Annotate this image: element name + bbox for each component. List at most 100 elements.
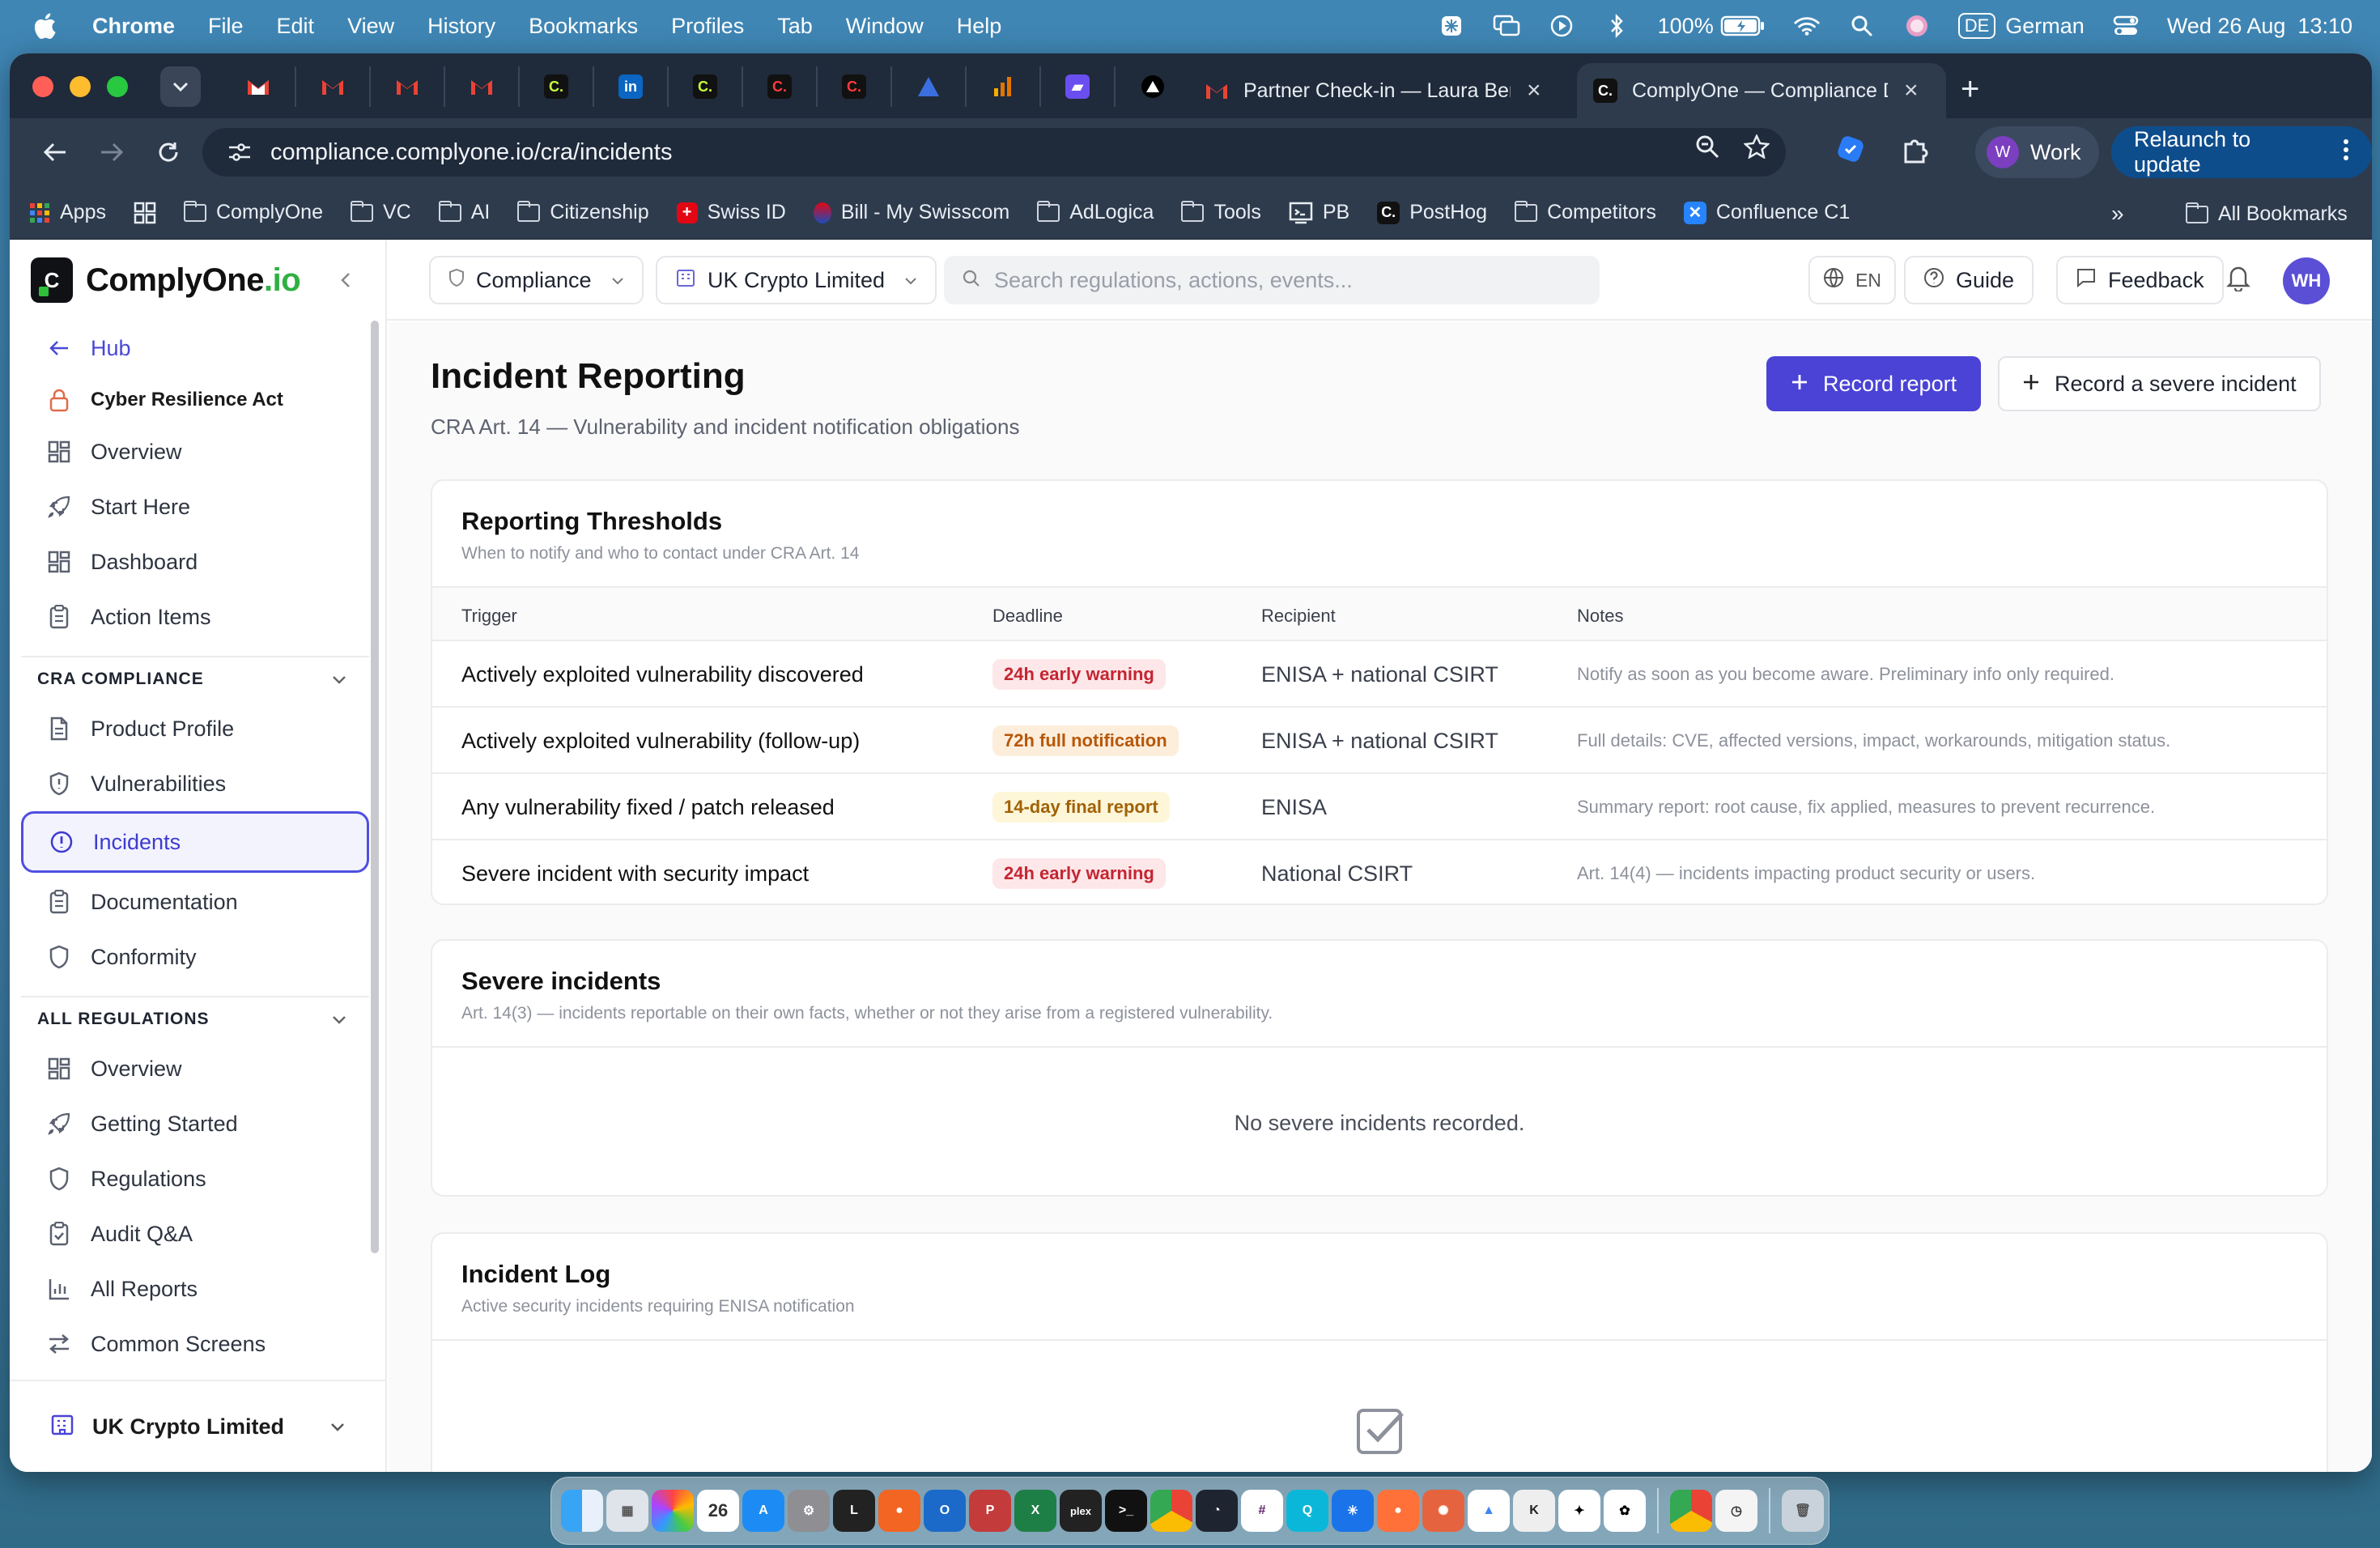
app-store-icon[interactable]: A xyxy=(742,1490,784,1532)
bookmark-tab-groups[interactable] xyxy=(134,202,156,224)
sidebar-item-action-items[interactable]: Action Items xyxy=(21,589,369,644)
site-settings-icon[interactable] xyxy=(222,134,257,170)
pinned-tab-complyone[interactable]: C. xyxy=(743,66,818,107)
excel-icon[interactable]: X xyxy=(1014,1490,1056,1532)
sidebar-item-all-reports[interactable]: All Reports xyxy=(21,1261,369,1316)
sidebar-item-product-profile[interactable]: Product Profile xyxy=(21,701,369,756)
clock-app-icon[interactable]: ◷ xyxy=(1715,1490,1757,1532)
close-tab-icon[interactable]: × xyxy=(1904,77,1919,104)
bookmark-apps[interactable]: Apps xyxy=(29,201,106,224)
extension-tag-icon[interactable] xyxy=(1836,134,1865,168)
zoom-icon[interactable] xyxy=(1695,134,1719,163)
magnifier-icon[interactable]: Q xyxy=(1286,1490,1328,1532)
bookmark-adlogica[interactable]: AdLogica xyxy=(1037,200,1154,224)
sidebar-item-start-here[interactable]: Start Here xyxy=(21,479,369,534)
outlook-icon[interactable]: O xyxy=(924,1490,966,1532)
control-center-icon[interactable] xyxy=(2112,14,2140,38)
bookmark-posthog[interactable]: C. PostHog xyxy=(1377,201,1487,224)
relaunch-button[interactable]: Relaunch to update xyxy=(2111,126,2372,178)
brand-logo[interactable]: C ComplyOne.io xyxy=(31,257,301,303)
live-app-icon[interactable]: L xyxy=(833,1490,875,1532)
menu-profiles[interactable]: Profiles xyxy=(671,14,744,39)
pinned-tab-complyone[interactable]: C. xyxy=(520,66,594,107)
reload-button[interactable] xyxy=(151,134,186,170)
pinned-tab-chat-app[interactable]: ▰ xyxy=(1041,66,1116,107)
chrome-icon[interactable] xyxy=(1150,1490,1192,1532)
sidebar-item-getting-started[interactable]: Getting Started xyxy=(21,1096,369,1151)
forward-button[interactable] xyxy=(94,134,130,170)
perplexity-dock-icon[interactable]: ✳ xyxy=(1332,1490,1374,1532)
language-button[interactable]: EN xyxy=(1808,256,1896,304)
sidebar-item-hub[interactable]: Hub xyxy=(21,321,369,376)
play-icon[interactable] xyxy=(1548,14,1575,38)
sidebar-item-vulnerabilities[interactable]: Vulnerabilities xyxy=(21,756,369,811)
bookmark-pb[interactable]: PB xyxy=(1289,201,1349,224)
bluetooth-icon[interactable] xyxy=(1603,14,1630,38)
back-button[interactable] xyxy=(37,134,73,170)
menu-edit[interactable]: Edit xyxy=(277,14,315,39)
spotlight-search-icon[interactable] xyxy=(1848,14,1876,38)
new-tab-button[interactable]: + xyxy=(1961,71,1979,108)
siri-icon[interactable] xyxy=(1903,14,1931,38)
launchpad-icon[interactable]: ▦ xyxy=(606,1490,648,1532)
bookmark-tools[interactable]: Tools xyxy=(1181,200,1261,224)
sidebar-item-documentation[interactable]: Documentation xyxy=(21,874,369,929)
user-avatar[interactable]: WH xyxy=(2283,257,2330,304)
plex-icon[interactable]: plex xyxy=(1060,1490,1102,1532)
menu-window[interactable]: Window xyxy=(846,14,924,39)
wifi-icon[interactable] xyxy=(1793,14,1821,38)
pinned-tab-gmail[interactable] xyxy=(222,66,296,107)
collapse-sidebar-button[interactable] xyxy=(340,269,351,295)
dropbox-icon[interactable]: ✦ xyxy=(1558,1490,1600,1532)
trash-icon[interactable]: 🗑 xyxy=(1782,1490,1824,1532)
bookmark-vc[interactable]: VC xyxy=(350,200,411,224)
bookmark-swisscom[interactable]: Bill - My Swisscom xyxy=(813,201,1009,224)
finder-icon[interactable] xyxy=(561,1490,603,1532)
menu-bookmarks[interactable]: Bookmarks xyxy=(529,14,638,39)
bookmark-ai[interactable]: AI xyxy=(438,200,490,224)
record-severe-incident-button[interactable]: Record a severe incident xyxy=(1998,356,2321,411)
sidebar-item-dashboard[interactable]: Dashboard xyxy=(21,534,369,589)
extensions-puzzle-icon[interactable] xyxy=(1901,134,1930,168)
windows-icon[interactable] xyxy=(1493,14,1520,38)
search-input[interactable] xyxy=(994,267,1561,293)
zoom-window-button[interactable] xyxy=(107,76,128,97)
tab-search-button[interactable] xyxy=(160,66,201,107)
close-tab-icon[interactable]: × xyxy=(1527,77,1541,104)
sidebar-scrollbar[interactable] xyxy=(371,321,379,1253)
address-bar[interactable]: compliance.complyone.io/cra/incidents xyxy=(202,128,1786,176)
pinned-tab-analytics[interactable] xyxy=(967,66,1041,107)
pinned-tab-gmail[interactable] xyxy=(445,66,520,107)
clock[interactable]: Wed 26 Aug 13:10 xyxy=(2167,14,2352,39)
notifications-bell-icon[interactable] xyxy=(2226,264,2250,296)
pinned-tab-vercel[interactable] xyxy=(1116,66,1190,107)
org-switcher[interactable]: UK Crypto Limited xyxy=(10,1380,385,1472)
calendar-icon[interactable]: 26 xyxy=(697,1490,739,1532)
menu-app-name[interactable]: Chrome xyxy=(92,14,175,39)
chatgpt-icon[interactable]: ✿ xyxy=(1604,1490,1646,1532)
photos-icon[interactable] xyxy=(652,1490,694,1532)
perplexity-icon[interactable] xyxy=(1438,14,1465,38)
sidebar-item-common-screens[interactable]: Common Screens xyxy=(21,1316,369,1372)
menu-history[interactable]: History xyxy=(427,14,495,39)
system-settings-icon[interactable]: ⚙ xyxy=(788,1490,830,1532)
apple-icon[interactable] xyxy=(32,12,57,40)
sidebar-item-regulations[interactable]: Regulations xyxy=(21,1151,369,1206)
sidebar-item-overview[interactable]: Overview xyxy=(21,424,369,479)
google-drive-icon[interactable]: ▲ xyxy=(1468,1490,1510,1532)
pinned-tab-gmail[interactable] xyxy=(371,66,445,107)
kebab-menu-icon[interactable] xyxy=(2343,138,2349,167)
section-cra-compliance[interactable]: CRA COMPLIANCE xyxy=(21,656,369,701)
bookmark-star-icon[interactable] xyxy=(1743,134,1770,163)
tab-complyone[interactable]: C. ComplyOne — Compliance Da × xyxy=(1577,63,1946,118)
menu-file[interactable]: File xyxy=(208,14,244,39)
pinned-tab-linkedin[interactable]: in xyxy=(594,66,669,107)
sidebar-item-cyber-resilience-act[interactable]: Cyber Resilience Act xyxy=(21,376,369,424)
all-bookmarks[interactable]: All Bookmarks xyxy=(2186,202,2348,226)
pinned-tab-gmail[interactable] xyxy=(296,66,371,107)
speedtest-icon[interactable]: ◔ xyxy=(1196,1490,1238,1532)
record-report-button[interactable]: Record report xyxy=(1766,356,1982,411)
battery-status[interactable]: 100% xyxy=(1658,14,1766,39)
terminal-icon[interactable]: >_ xyxy=(1105,1490,1147,1532)
feedback-button[interactable]: Feedback xyxy=(2056,256,2224,304)
